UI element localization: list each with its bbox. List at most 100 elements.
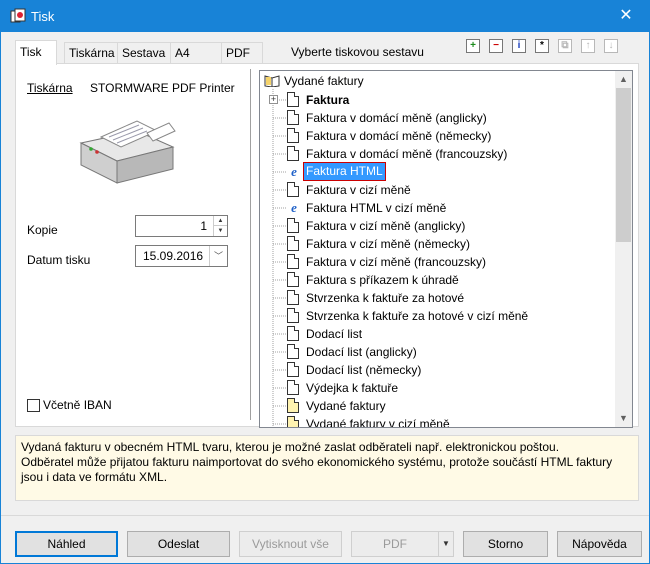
add-icon[interactable]: +: [466, 39, 480, 53]
tab-tiskarna[interactable]: Tiskárna: [64, 42, 118, 64]
tree-connector: [273, 315, 286, 317]
star-icon[interactable]: *: [535, 39, 549, 53]
app-icon: [10, 8, 26, 23]
panel-divider: [250, 69, 251, 420]
document-icon: [287, 236, 299, 251]
document-icon: [287, 110, 299, 125]
info-icon[interactable]: i: [512, 39, 526, 53]
description-line: Odběratel může přijatou fakturu naimport…: [21, 455, 613, 469]
close-icon: ✕: [619, 7, 633, 24]
title-bar: Tisk ✕: [1, 1, 649, 32]
print-dialog: Tisk ✕ Tisk Tiskárna Sestava A4 PDF Vybe…: [0, 0, 650, 564]
tree-item-label: Faktura v cizí měně: [306, 183, 411, 197]
document-icon: [287, 290, 299, 305]
report-description: Vydaná fakturu v obecném HTML tvaru, kte…: [15, 435, 639, 501]
tree-item-label: Dodací list (německy): [306, 363, 422, 377]
chevron-down-icon[interactable]: ﹀: [209, 246, 227, 266]
tree-connector: [273, 297, 286, 299]
tree-connector: [273, 333, 286, 335]
tree-item-label: Stvrzenka k faktuře za hotové v cizí měn…: [306, 309, 529, 323]
tree-connector: [273, 387, 286, 389]
printer-image: [79, 120, 176, 184]
list-document-icon: [287, 398, 299, 413]
tree-item-label: Faktura v cizí měně (německy): [306, 237, 471, 251]
tree-item-label: Vydané faktury v cizí měně: [306, 417, 450, 428]
move-down-icon[interactable]: ↓: [604, 39, 618, 53]
tree-connector: [273, 351, 286, 353]
stepper-up-icon[interactable]: ▲: [214, 216, 227, 226]
tree-item-label: Faktura v cizí měně (francouzsky): [306, 255, 487, 269]
tree-connector: [273, 225, 286, 227]
document-icon: [287, 92, 299, 107]
tree-item-label: Stvrzenka k faktuře za hotové: [306, 291, 465, 305]
iban-label: Včetně IBAN: [43, 398, 112, 412]
pdf-button[interactable]: PDF ▼: [351, 531, 454, 557]
list-document-icon: [287, 416, 299, 427]
document-icon: [287, 344, 299, 359]
send-button[interactable]: Odeslat: [127, 531, 230, 557]
copy-icon[interactable]: ⧉: [558, 39, 572, 53]
tree-scrollbar[interactable]: ▲ ▼: [615, 71, 632, 427]
tree-item-label: Faktura HTML: [303, 162, 386, 181]
help-button[interactable]: Nápověda: [557, 531, 642, 557]
print-date-value: 15.09.2016: [143, 249, 204, 263]
tree-connector: [273, 423, 286, 425]
html-document-icon: e: [291, 200, 297, 215]
preview-button[interactable]: Náhled: [15, 531, 118, 557]
tab-pdf[interactable]: PDF: [221, 42, 263, 64]
report-tree[interactable]: Vydané faktury + Faktura Faktura v domácí …: [259, 70, 633, 428]
tree-item-label: Faktura v domácí měně (německy): [306, 129, 492, 143]
description-line: jsou i data ve formátu XML.: [21, 470, 168, 484]
copies-stepper[interactable]: 1 ▲ ▼: [135, 215, 228, 237]
document-icon: [287, 380, 299, 395]
tree-connector: [273, 279, 286, 281]
tree-connector: [273, 117, 286, 119]
checkbox-box[interactable]: [27, 399, 40, 412]
document-icon: [287, 308, 299, 323]
tree-connector: [273, 369, 286, 371]
window-title: Tisk: [31, 9, 55, 24]
tab-a4[interactable]: A4: [170, 42, 222, 64]
remove-icon[interactable]: −: [489, 39, 503, 53]
scroll-thumb[interactable]: [616, 88, 631, 242]
stepper-down-icon[interactable]: ▼: [214, 226, 227, 236]
expand-icon[interactable]: +: [269, 95, 278, 104]
document-icon: [287, 146, 299, 161]
description-line: Vydaná fakturu v obecném HTML tvaru, kte…: [21, 440, 560, 454]
tree-connector: [273, 153, 286, 155]
document-icon: [287, 182, 299, 197]
tab-sestava[interactable]: Sestava: [117, 42, 171, 64]
pdf-button-label: PDF: [383, 537, 407, 551]
move-up-icon[interactable]: ↑: [581, 39, 595, 53]
tree-item-label: Faktura v domácí měně (anglicky): [306, 111, 487, 125]
cancel-button[interactable]: Storno: [463, 531, 548, 557]
document-icon: [287, 272, 299, 287]
scroll-up-icon[interactable]: ▲: [615, 71, 632, 88]
print-date-field[interactable]: 15.09.2016 ﹀: [135, 245, 228, 267]
chevron-down-icon[interactable]: ▼: [438, 532, 453, 556]
tree-connector: [273, 261, 286, 263]
document-icon: [287, 362, 299, 377]
book-icon: [264, 75, 280, 87]
scroll-down-icon[interactable]: ▼: [615, 410, 632, 427]
html-document-icon: e: [291, 164, 297, 179]
print-date-label: Datum tisku: [27, 253, 91, 267]
tree-connector: [273, 135, 286, 137]
tree-item-label: Faktura: [306, 93, 350, 107]
printer-name: STORMWARE PDF Printer: [90, 81, 235, 95]
close-button[interactable]: ✕: [603, 1, 649, 32]
document-icon: [287, 254, 299, 269]
tree-root-label: Vydané faktury: [284, 74, 364, 88]
tree-connector: [273, 405, 286, 407]
tree-item-label: Faktura v domácí měně (francouzsky): [306, 147, 508, 161]
tab-tisk[interactable]: Tisk: [15, 40, 57, 65]
tree-item-label: Faktura s příkazem k úhradě: [306, 273, 459, 287]
tree-item-label: Dodací list: [306, 327, 363, 341]
tree-item-label: Faktura v cizí měně (anglicky): [306, 219, 466, 233]
document-icon: [287, 326, 299, 341]
button-bar-divider: [1, 515, 649, 516]
printer-label[interactable]: Tiskárna: [27, 81, 73, 95]
tree-item-label: Výdejka k faktuře: [306, 381, 399, 395]
print-all-button[interactable]: Vytisknout vše: [239, 531, 342, 557]
tree-item-label: Dodací list (anglicky): [306, 345, 417, 359]
